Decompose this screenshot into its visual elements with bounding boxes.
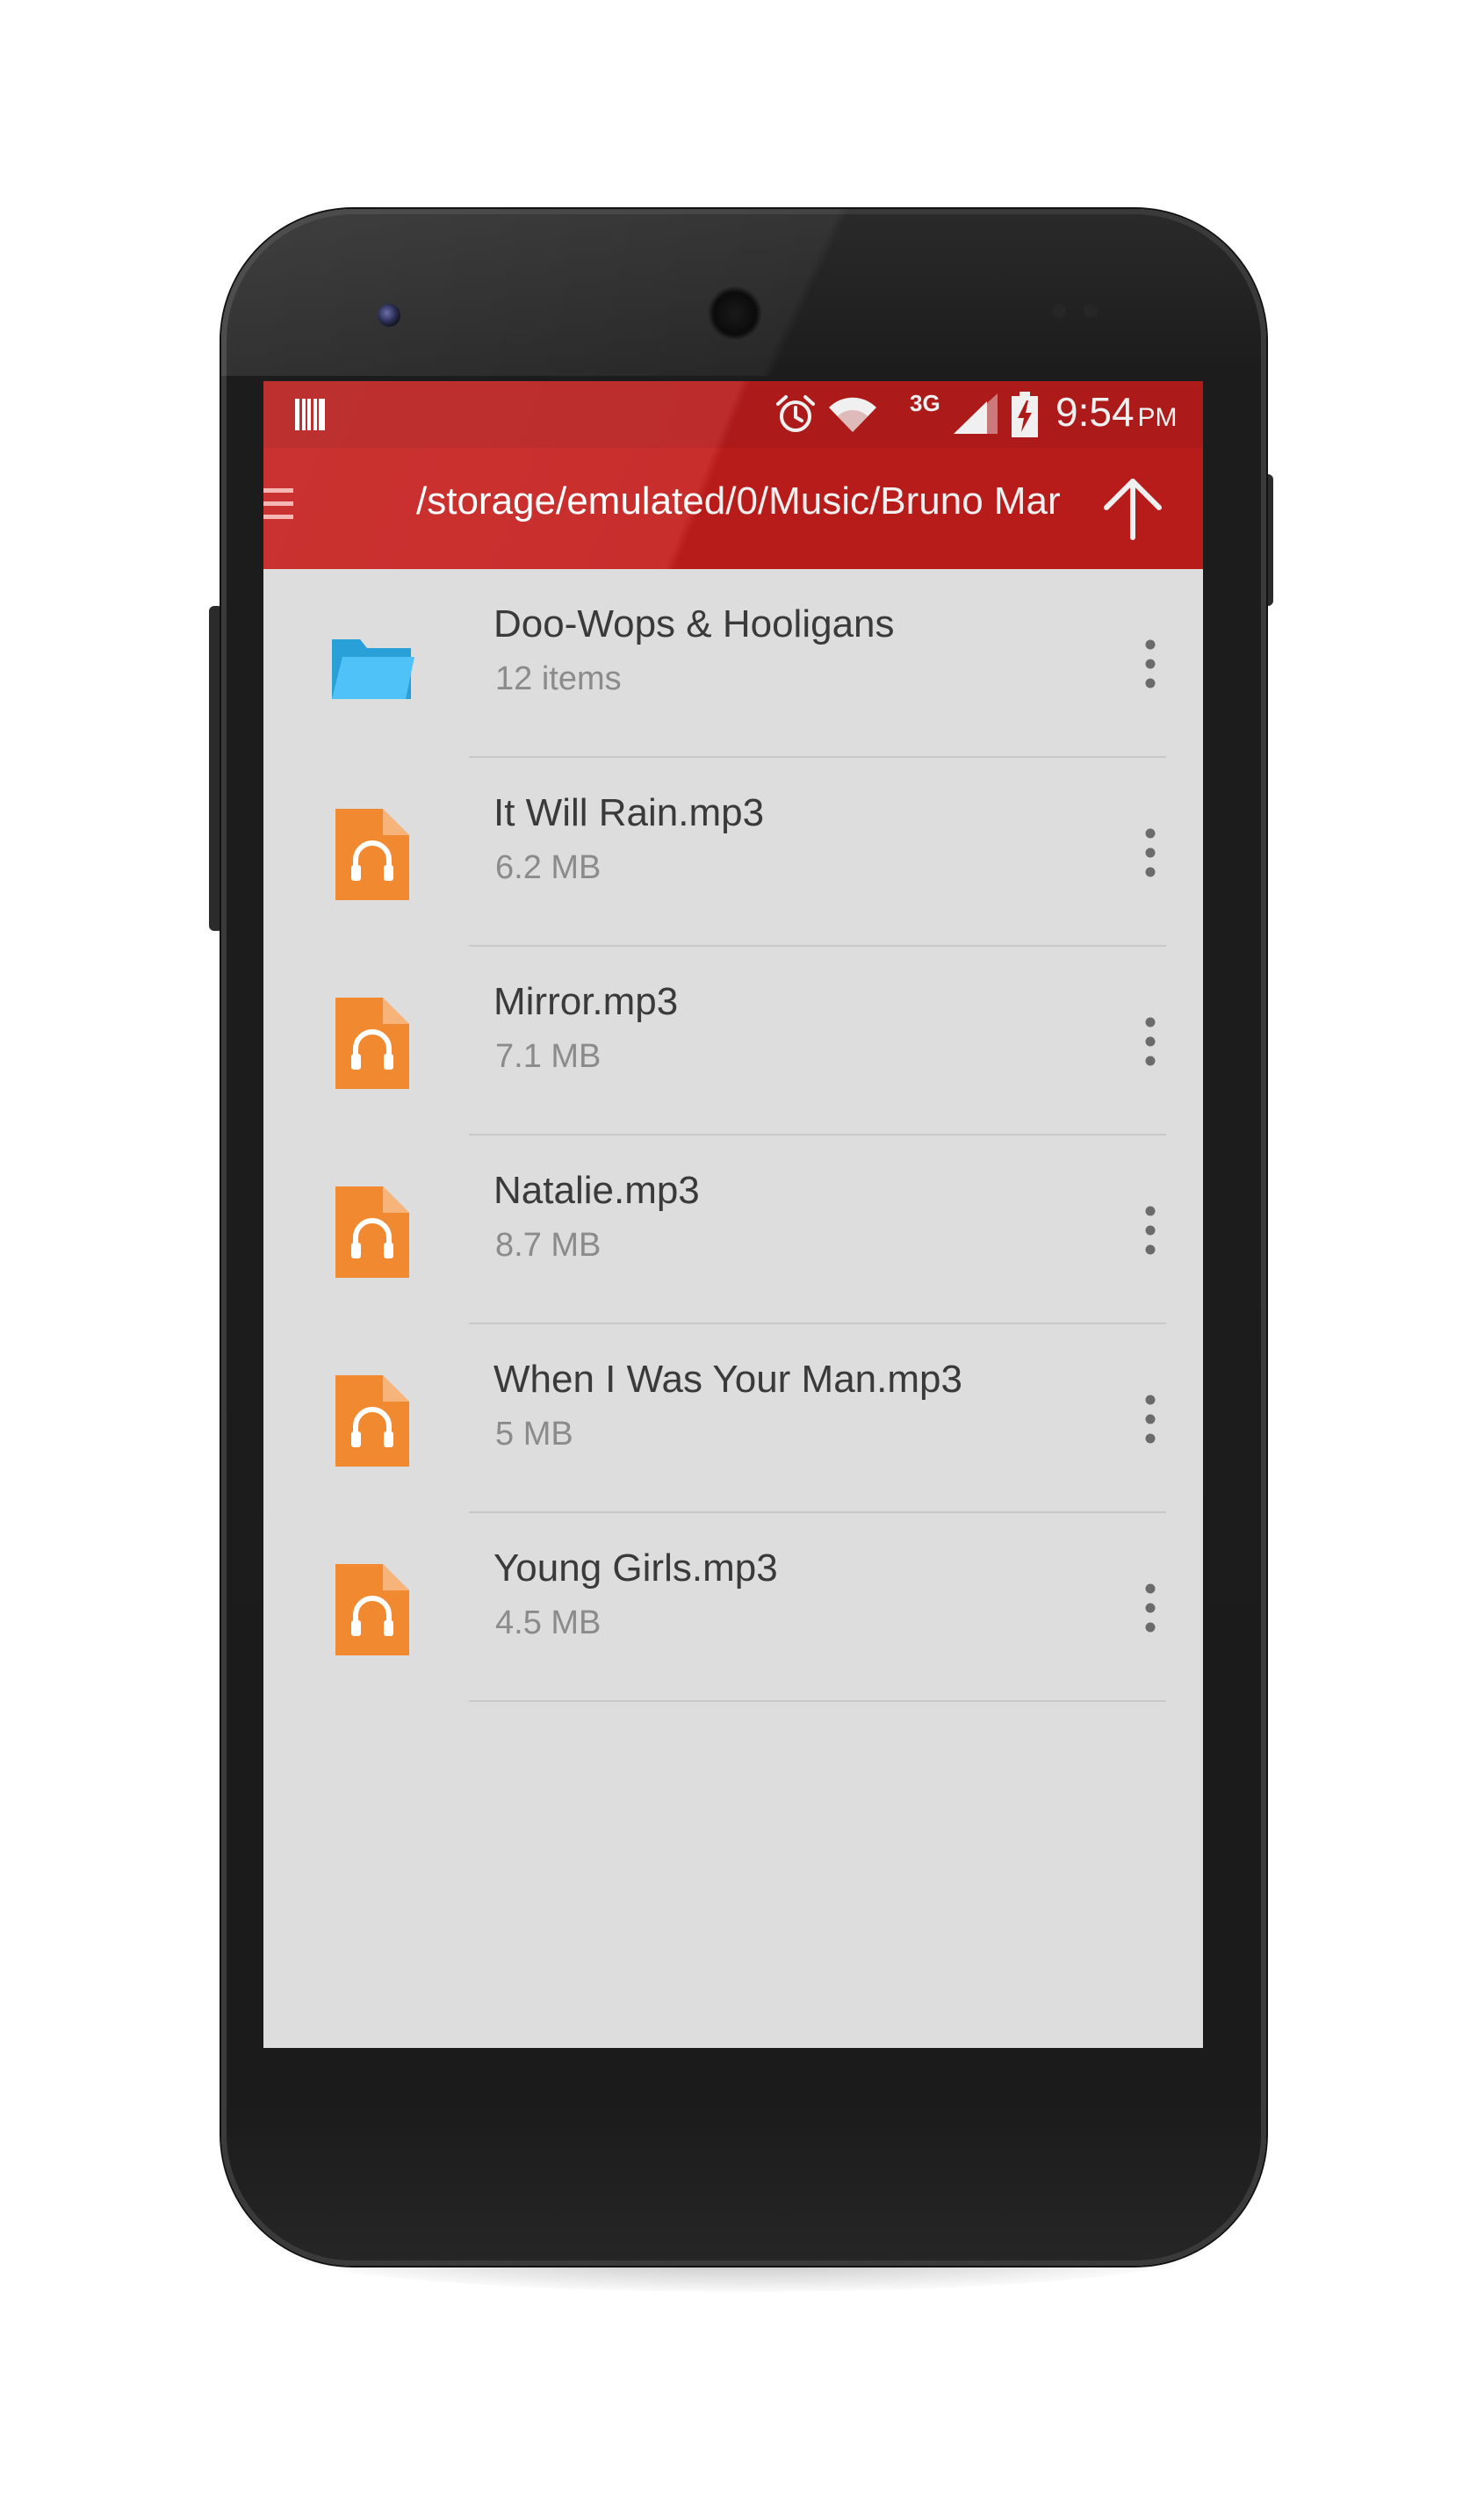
item-name: Mirror.mp3 xyxy=(493,980,679,1023)
list-item-file[interactable]: Mirror.mp3 7.1 MB xyxy=(263,947,1203,1136)
front-camera xyxy=(378,304,400,327)
item-meta: 6.2 MB xyxy=(495,849,602,886)
folder-icon xyxy=(332,639,414,699)
more-options-icon[interactable] xyxy=(1124,1010,1177,1073)
alarm-icon xyxy=(776,395,815,432)
item-meta: 8.7 MB xyxy=(495,1227,602,1264)
network-type-label: 3G xyxy=(910,390,940,416)
phone-screen: 3G 9:54 PM /storage/emulated/0/Music/Brun… xyxy=(263,381,1203,2048)
more-options-icon[interactable] xyxy=(1124,1576,1177,1640)
battery-charging-icon xyxy=(1012,392,1038,437)
list-item-folder[interactable]: Doo-Wops & Hooligans 12 items xyxy=(263,569,1203,758)
item-name: When I Was Your Man.mp3 xyxy=(493,1358,962,1401)
clock-time: 9:54 xyxy=(1055,389,1135,435)
more-options-icon[interactable] xyxy=(1124,821,1177,884)
item-meta: 7.1 MB xyxy=(495,1038,602,1075)
audio-file-icon xyxy=(335,1564,409,1655)
item-name: Young Girls.mp3 xyxy=(493,1546,778,1590)
arrow-up-icon[interactable] xyxy=(1096,471,1170,544)
more-options-icon[interactable] xyxy=(1124,1199,1177,1262)
list-item-file[interactable]: Natalie.mp3 8.7 MB xyxy=(263,1136,1203,1324)
more-options-icon[interactable] xyxy=(1124,632,1177,696)
item-name: It Will Rain.mp3 xyxy=(493,791,765,834)
cell-signal-icon xyxy=(954,393,998,434)
more-options-icon[interactable] xyxy=(1124,1388,1177,1451)
list-item-file[interactable]: It Will Rain.mp3 6.2 MB xyxy=(263,758,1203,947)
barcode-notification-icon xyxy=(295,399,325,430)
clock-ampm: PM xyxy=(1137,403,1178,432)
audio-file-icon xyxy=(335,1186,409,1278)
wifi-icon xyxy=(829,397,876,432)
audio-file-icon xyxy=(335,1375,409,1467)
list-item-file[interactable]: Young Girls.mp3 4.5 MB xyxy=(263,1513,1203,1702)
item-meta: 4.5 MB xyxy=(495,1604,602,1641)
item-meta: 5 MB xyxy=(495,1416,573,1453)
audio-file-icon xyxy=(335,809,409,900)
item-name: Doo-Wops & Hooligans xyxy=(493,602,895,645)
item-name: Natalie.mp3 xyxy=(493,1169,700,1212)
clock: 9:54 PM xyxy=(1055,388,1178,436)
divider xyxy=(469,1700,1166,1702)
current-path: /storage/emulated/0/Music/Bruno Mars xyxy=(416,479,1061,523)
audio-file-icon xyxy=(335,998,409,1089)
list-item-file[interactable]: When I Was Your Man.mp3 5 MB xyxy=(263,1324,1203,1513)
hamburger-menu-icon[interactable] xyxy=(263,485,293,523)
earpiece-speaker xyxy=(708,286,762,341)
light-sensor xyxy=(1084,304,1098,318)
proximity-sensor xyxy=(1052,304,1066,318)
status-bar: 3G 9:54 PM xyxy=(263,381,1203,448)
item-meta: 12 items xyxy=(495,660,622,697)
